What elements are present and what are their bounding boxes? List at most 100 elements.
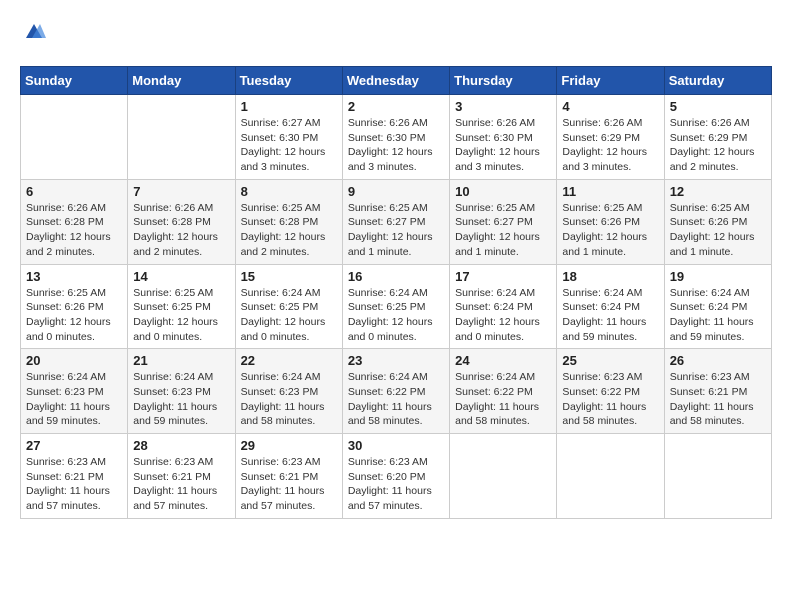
calendar-cell: 2 Sunrise: 6:26 AM Sunset: 6:30 PM Daylig… — [342, 95, 449, 180]
calendar-cell: 21 Sunrise: 6:24 AM Sunset: 6:23 PM Dayli… — [128, 349, 235, 434]
calendar-cell: 16 Sunrise: 6:24 AM Sunset: 6:25 PM Dayli… — [342, 264, 449, 349]
day-info: Sunrise: 6:27 AM Sunset: 6:30 PM Dayligh… — [241, 116, 337, 175]
day-number: 30 — [348, 438, 444, 453]
calendar-cell — [557, 434, 664, 519]
calendar-table: SundayMondayTuesdayWednesdayThursdayFrid… — [20, 66, 772, 519]
day-info: Sunrise: 6:24 AM Sunset: 6:24 PM Dayligh… — [562, 286, 658, 345]
calendar-cell: 15 Sunrise: 6:24 AM Sunset: 6:25 PM Dayli… — [235, 264, 342, 349]
weekday-header-thursday: Thursday — [450, 67, 557, 95]
day-info: Sunrise: 6:26 AM Sunset: 6:30 PM Dayligh… — [455, 116, 551, 175]
day-number: 28 — [133, 438, 229, 453]
day-info: Sunrise: 6:26 AM Sunset: 6:29 PM Dayligh… — [562, 116, 658, 175]
calendar-cell: 8 Sunrise: 6:25 AM Sunset: 6:28 PM Daylig… — [235, 179, 342, 264]
day-number: 8 — [241, 184, 337, 199]
calendar-cell: 24Sunrise: 6:24 AM Sunset: 6:22 PM Dayli… — [450, 349, 557, 434]
weekday-header-tuesday: Tuesday — [235, 67, 342, 95]
day-info: Sunrise: 6:26 AM Sunset: 6:28 PM Dayligh… — [133, 201, 229, 260]
logo-icon — [22, 20, 46, 44]
day-info: Sunrise: 6:24 AM Sunset: 6:25 PM Dayligh… — [348, 286, 444, 345]
day-info: Sunrise: 6:23 AM Sunset: 6:21 PM Dayligh… — [241, 455, 337, 514]
logo-text — [20, 20, 46, 50]
day-number: 16 — [348, 269, 444, 284]
day-info: Sunrise: 6:24 AM Sunset: 6:22 PM Dayligh… — [348, 370, 444, 429]
day-info: Sunrise: 6:24 AM Sunset: 6:23 PM Dayligh… — [26, 370, 122, 429]
weekday-header-saturday: Saturday — [664, 67, 771, 95]
day-number: 25 — [562, 353, 658, 368]
calendar-cell: 12 Sunrise: 6:25 AM Sunset: 6:26 PM Dayli… — [664, 179, 771, 264]
calendar-cell — [128, 95, 235, 180]
calendar-cell: 20 Sunrise: 6:24 AM Sunset: 6:23 PM Dayli… — [21, 349, 128, 434]
day-info: Sunrise: 6:25 AM Sunset: 6:26 PM Dayligh… — [26, 286, 122, 345]
calendar-cell: 18 Sunrise: 6:24 AM Sunset: 6:24 PM Dayli… — [557, 264, 664, 349]
calendar-cell: 29 Sunrise: 6:23 AM Sunset: 6:21 PM Dayli… — [235, 434, 342, 519]
day-number: 19 — [670, 269, 766, 284]
day-number: 23 — [348, 353, 444, 368]
weekday-header-friday: Friday — [557, 67, 664, 95]
day-info: Sunrise: 6:23 AM Sunset: 6:21 PM Dayligh… — [670, 370, 766, 429]
calendar-cell: 10 Sunrise: 6:25 AM Sunset: 6:27 PM Dayli… — [450, 179, 557, 264]
calendar-cell: 22 Sunrise: 6:24 AM Sunset: 6:23 PM Dayli… — [235, 349, 342, 434]
week-row-5: 27Sunrise: 6:23 AM Sunset: 6:21 PM Dayli… — [21, 434, 772, 519]
calendar-cell: 23 Sunrise: 6:24 AM Sunset: 6:22 PM Dayli… — [342, 349, 449, 434]
calendar-cell: 28 Sunrise: 6:23 AM Sunset: 6:21 PM Dayli… — [128, 434, 235, 519]
day-number: 9 — [348, 184, 444, 199]
day-number: 22 — [241, 353, 337, 368]
day-number: 1 — [241, 99, 337, 114]
day-info: Sunrise: 6:23 AM Sunset: 6:20 PM Dayligh… — [348, 455, 444, 514]
day-number: 21 — [133, 353, 229, 368]
calendar-cell: 4 Sunrise: 6:26 AM Sunset: 6:29 PM Daylig… — [557, 95, 664, 180]
calendar-cell: 19 Sunrise: 6:24 AM Sunset: 6:24 PM Dayli… — [664, 264, 771, 349]
day-info: Sunrise: 6:26 AM Sunset: 6:30 PM Dayligh… — [348, 116, 444, 175]
calendar-cell: 26 Sunrise: 6:23 AM Sunset: 6:21 PM Dayli… — [664, 349, 771, 434]
calendar-cell — [21, 95, 128, 180]
calendar-cell — [450, 434, 557, 519]
calendar-cell: 25 Sunrise: 6:23 AM Sunset: 6:22 PM Dayli… — [557, 349, 664, 434]
day-info: Sunrise: 6:23 AM Sunset: 6:21 PM Dayligh… — [133, 455, 229, 514]
day-number: 15 — [241, 269, 337, 284]
calendar-cell: 11Sunrise: 6:25 AM Sunset: 6:26 PM Dayli… — [557, 179, 664, 264]
day-number: 4 — [562, 99, 658, 114]
page-header — [20, 20, 772, 50]
calendar-cell: 3 Sunrise: 6:26 AM Sunset: 6:30 PM Daylig… — [450, 95, 557, 180]
day-info: Sunrise: 6:24 AM Sunset: 6:23 PM Dayligh… — [133, 370, 229, 429]
weekday-header-sunday: Sunday — [21, 67, 128, 95]
day-info: Sunrise: 6:25 AM Sunset: 6:27 PM Dayligh… — [455, 201, 551, 260]
week-row-4: 20 Sunrise: 6:24 AM Sunset: 6:23 PM Dayli… — [21, 349, 772, 434]
day-info: Sunrise: 6:26 AM Sunset: 6:29 PM Dayligh… — [670, 116, 766, 175]
week-row-1: 1 Sunrise: 6:27 AM Sunset: 6:30 PM Daylig… — [21, 95, 772, 180]
day-number: 24 — [455, 353, 551, 368]
day-number: 18 — [562, 269, 658, 284]
day-number: 5 — [670, 99, 766, 114]
calendar-cell: 5 Sunrise: 6:26 AM Sunset: 6:29 PM Daylig… — [664, 95, 771, 180]
day-number: 3 — [455, 99, 551, 114]
day-number: 14 — [133, 269, 229, 284]
day-info: Sunrise: 6:23 AM Sunset: 6:22 PM Dayligh… — [562, 370, 658, 429]
day-number: 13 — [26, 269, 122, 284]
week-row-2: 6 Sunrise: 6:26 AM Sunset: 6:28 PM Daylig… — [21, 179, 772, 264]
calendar-cell: 17Sunrise: 6:24 AM Sunset: 6:24 PM Dayli… — [450, 264, 557, 349]
day-info: Sunrise: 6:24 AM Sunset: 6:24 PM Dayligh… — [670, 286, 766, 345]
week-row-3: 13 Sunrise: 6:25 AM Sunset: 6:26 PM Dayli… — [21, 264, 772, 349]
calendar-cell: 30 Sunrise: 6:23 AM Sunset: 6:20 PM Dayli… — [342, 434, 449, 519]
day-number: 6 — [26, 184, 122, 199]
day-number: 12 — [670, 184, 766, 199]
day-info: Sunrise: 6:24 AM Sunset: 6:25 PM Dayligh… — [241, 286, 337, 345]
calendar-cell: 13 Sunrise: 6:25 AM Sunset: 6:26 PM Dayli… — [21, 264, 128, 349]
calendar-cell: 1 Sunrise: 6:27 AM Sunset: 6:30 PM Daylig… — [235, 95, 342, 180]
day-number: 26 — [670, 353, 766, 368]
day-info: Sunrise: 6:25 AM Sunset: 6:26 PM Dayligh… — [670, 201, 766, 260]
day-number: 2 — [348, 99, 444, 114]
weekday-header-wednesday: Wednesday — [342, 67, 449, 95]
logo — [20, 20, 46, 50]
day-number: 20 — [26, 353, 122, 368]
calendar-cell: 27Sunrise: 6:23 AM Sunset: 6:21 PM Dayli… — [21, 434, 128, 519]
calendar-cell: 9 Sunrise: 6:25 AM Sunset: 6:27 PM Daylig… — [342, 179, 449, 264]
day-info: Sunrise: 6:23 AM Sunset: 6:21 PM Dayligh… — [26, 455, 122, 514]
day-number: 7 — [133, 184, 229, 199]
day-number: 10 — [455, 184, 551, 199]
day-info: Sunrise: 6:24 AM Sunset: 6:23 PM Dayligh… — [241, 370, 337, 429]
day-info: Sunrise: 6:25 AM Sunset: 6:27 PM Dayligh… — [348, 201, 444, 260]
day-number: 17 — [455, 269, 551, 284]
day-number: 29 — [241, 438, 337, 453]
day-info: Sunrise: 6:25 AM Sunset: 6:28 PM Dayligh… — [241, 201, 337, 260]
